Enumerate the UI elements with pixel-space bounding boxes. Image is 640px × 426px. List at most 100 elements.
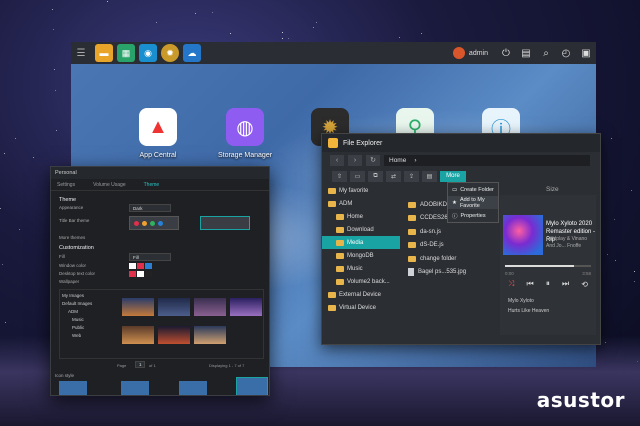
upload-button[interactable]: ⇧ <box>332 170 347 182</box>
file-row[interactable]: change folder <box>405 252 505 266</box>
tree-item-label: External Device <box>339 291 382 298</box>
tab-theme[interactable]: Theme <box>144 182 160 188</box>
color-swatch[interactable] <box>137 263 144 269</box>
wallpaper-thumbnail[interactable] <box>122 326 154 344</box>
file-explorer-titlebar[interactable]: File Explorer <box>322 134 600 152</box>
tree-item[interactable]: Download <box>322 223 400 236</box>
icon-style-label: Icon style <box>55 373 75 378</box>
next-icon[interactable]: ⏭ <box>562 279 569 289</box>
info-taskbar-icon[interactable]: ◉ <box>139 44 157 62</box>
color-swatch[interactable] <box>145 271 152 277</box>
personal-title[interactable]: Personal <box>51 167 269 179</box>
image-folder-item[interactable]: Default Images <box>62 300 112 308</box>
dashboard-icon[interactable]: ◴ <box>556 42 576 64</box>
tab-volume-usage[interactable]: Volume Usage <box>93 182 126 188</box>
folder-icon <box>336 252 344 259</box>
wallpaper-thumbnail[interactable] <box>194 326 226 344</box>
previous-icon[interactable]: ⏮ <box>527 279 534 289</box>
settings-taskbar-icon[interactable]: ✹ <box>161 44 179 62</box>
file-row[interactable]: Bagel ps...535.jpg <box>405 266 505 280</box>
tree-item[interactable]: Home <box>322 210 400 223</box>
title-bar-theme-label: Title Bar theme <box>59 218 90 223</box>
file-explorer-taskbar-icon[interactable]: ▬ <box>95 44 113 62</box>
playlist-item[interactable]: Mylo Xyloto <box>508 296 549 306</box>
username: admin <box>468 49 488 57</box>
folder-icon <box>336 265 344 272</box>
tree-item-label: My favorite <box>339 187 369 194</box>
app-central[interactable]: ▲ App Central <box>123 108 193 159</box>
file-row[interactable]: da-sn.js <box>405 225 505 239</box>
view-button[interactable]: ▤ <box>422 170 437 182</box>
wallpaper-thumbnail[interactable] <box>194 298 226 316</box>
icon-style-option[interactable] <box>179 381 207 395</box>
menu-icon[interactable]: ☰ <box>71 42 91 64</box>
tree-item[interactable]: External Device <box>322 288 400 301</box>
app-taskbar-icon[interactable]: ▦ <box>117 44 135 62</box>
user-menu[interactable]: admin <box>445 47 496 59</box>
forward-button[interactable]: › <box>348 154 362 166</box>
tree-item[interactable]: My favorite <box>322 184 400 197</box>
back-button[interactable]: ‹ <box>330 154 344 166</box>
page-input[interactable]: 1 <box>135 361 145 368</box>
move-button[interactable]: ⇄ <box>386 170 401 182</box>
theme-preview-2[interactable] <box>200 216 250 230</box>
tree-item[interactable]: ADM <box>322 197 400 210</box>
more-themes-label[interactable]: More themes <box>59 235 85 240</box>
share-button[interactable]: ⇪ <box>404 170 419 182</box>
new-folder-button[interactable]: ▭ <box>350 170 365 182</box>
icon-style-option-selected[interactable] <box>236 377 268 395</box>
wallpaper-thumbnail[interactable] <box>158 326 190 344</box>
icon-style-option[interactable] <box>59 381 87 395</box>
icon-style-option[interactable] <box>121 381 149 395</box>
image-folder-item[interactable]: Web <box>62 332 112 340</box>
theme-preview-1[interactable] <box>129 216 179 230</box>
fill-select[interactable]: Fill <box>129 253 171 261</box>
progress-bar[interactable] <box>505 265 591 267</box>
fill-label: Fill <box>59 254 65 259</box>
image-folder-tree: My Images Default Images ADM Music Public Web <box>62 292 112 340</box>
search-icon[interactable]: ⌕ <box>536 42 556 64</box>
path-value: Home <box>389 156 407 164</box>
playlist-item[interactable]: Hurts Like Heaven <box>508 306 549 316</box>
pause-icon[interactable]: ⏸ <box>546 279 550 289</box>
tree-item-label: Media <box>347 239 364 246</box>
image-folder-item[interactable]: My Images <box>62 292 112 300</box>
storage-manager-icon: ◍ <box>226 108 264 146</box>
tree-item[interactable]: Virtual Device <box>322 301 400 314</box>
widget-icon[interactable]: ▣ <box>576 42 596 64</box>
context-menu-item[interactable]: ★ Add to My Favorite <box>448 196 498 209</box>
color-swatch[interactable] <box>129 263 136 269</box>
wallpaper-thumbnail[interactable] <box>158 298 190 316</box>
context-menu-item[interactable]: ⓘ Properties <box>448 209 498 222</box>
path-bar[interactable]: Home › <box>384 154 590 166</box>
image-folder-item[interactable]: Public <box>62 324 112 332</box>
tree-item[interactable]: Media <box>322 236 400 249</box>
more-button[interactable]: More <box>440 170 466 182</box>
context-menu-item[interactable]: ▭ Create Folder <box>448 183 498 196</box>
app-central-icon: ▲ <box>139 108 177 146</box>
storage-manager[interactable]: ◍ Storage Manager <box>210 108 280 159</box>
cloud-taskbar-icon[interactable]: ☁ <box>183 44 201 62</box>
tree-item[interactable]: Volume2 back... <box>322 275 400 288</box>
tree-item[interactable]: MongoDB <box>322 249 400 262</box>
wallpaper-thumbnail[interactable] <box>230 298 262 316</box>
repeat-icon[interactable]: ⟲ <box>581 280 588 289</box>
size-header[interactable]: Size <box>546 186 559 193</box>
tab-settings[interactable]: Settings <box>57 182 75 188</box>
refresh-button[interactable]: ↻ <box>366 154 380 166</box>
copy-button[interactable]: ⧉ <box>368 170 383 182</box>
image-folder-item[interactable]: Music <box>62 316 112 324</box>
color-swatch[interactable] <box>145 263 152 269</box>
color-swatch[interactable] <box>137 271 144 277</box>
shuffle-icon[interactable]: ⤨ <box>508 279 514 289</box>
asustor-logo: asustor <box>536 388 625 412</box>
color-swatch[interactable] <box>129 271 136 277</box>
power-icon[interactable]: ⏻ <box>496 42 516 64</box>
wallpaper-thumbnail[interactable] <box>122 298 154 316</box>
file-row[interactable]: dS-DE.js <box>405 239 505 253</box>
appearance-select[interactable]: Dark <box>129 204 171 212</box>
notes-icon[interactable]: ▤ <box>516 42 536 64</box>
context-menu-label: Create Folder <box>460 186 494 193</box>
tree-item[interactable]: Music <box>322 262 400 275</box>
image-folder-item[interactable]: ADM <box>62 308 112 316</box>
